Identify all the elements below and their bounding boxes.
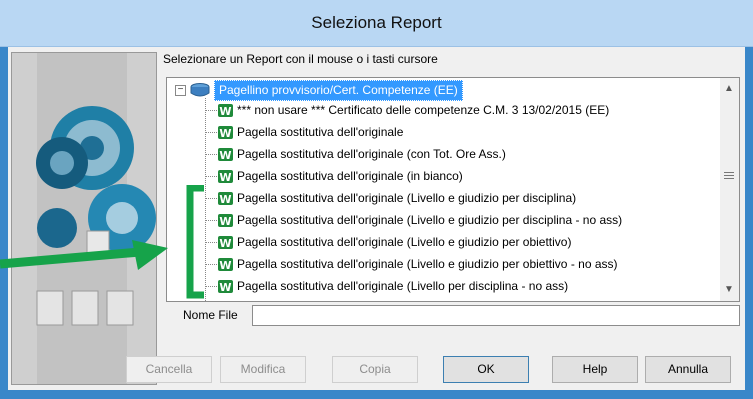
cancella-button[interactable]: Cancella bbox=[126, 356, 212, 383]
svg-text:W: W bbox=[219, 215, 231, 228]
dialog-body: Selezionare un Report con il mouse o i t… bbox=[8, 47, 745, 390]
svg-text:W: W bbox=[219, 193, 231, 206]
nome-file-input[interactable] bbox=[252, 305, 740, 326]
svg-text:W: W bbox=[219, 149, 231, 162]
instruction-text: Selezionare un Report con il mouse o i t… bbox=[163, 52, 438, 66]
dialog-window: Seleziona Report Selezionare un Report c… bbox=[0, 0, 753, 399]
annotation-arrow-icon bbox=[0, 240, 168, 270]
help-button[interactable]: Help bbox=[552, 356, 638, 383]
copia-button[interactable]: Copia bbox=[332, 356, 418, 383]
modifica-button[interactable]: Modifica bbox=[220, 356, 306, 383]
scroll-up-icon[interactable]: ▲ bbox=[720, 80, 738, 98]
annotation-bracket-icon bbox=[186, 185, 204, 299]
report-icon: W bbox=[217, 278, 234, 295]
window-title: Seleziona Report bbox=[311, 13, 442, 32]
database-icon bbox=[189, 82, 211, 98]
svg-text:W: W bbox=[219, 281, 231, 294]
svg-text:W: W bbox=[219, 237, 231, 250]
report-icon: W bbox=[217, 146, 234, 163]
title-bar: Seleziona Report bbox=[0, 0, 753, 47]
collapse-icon[interactable]: − bbox=[175, 85, 186, 96]
nome-file-label: Nome File bbox=[183, 308, 238, 322]
svg-text:W: W bbox=[219, 105, 231, 118]
svg-text:W: W bbox=[219, 171, 231, 184]
ok-button[interactable]: OK bbox=[443, 356, 529, 383]
report-icon: W bbox=[217, 102, 234, 119]
report-icon: W bbox=[217, 256, 234, 273]
annulla-button[interactable]: Annulla bbox=[645, 356, 731, 383]
scroll-down-icon[interactable]: ▼ bbox=[720, 281, 738, 299]
report-icon: W bbox=[217, 168, 234, 185]
report-tree[interactable]: − Pagellino provvisorio/Cert. Competenze… bbox=[166, 77, 721, 302]
decorative-gears-image bbox=[11, 52, 157, 385]
tree-root-label[interactable]: Pagellino provvisorio/Cert. Competenze (… bbox=[214, 80, 463, 101]
svg-text:W: W bbox=[219, 127, 231, 140]
tree-vertical-scrollbar[interactable]: ▲ ▼ bbox=[720, 77, 740, 302]
scroll-thumb[interactable] bbox=[724, 170, 734, 182]
report-icon: W bbox=[217, 124, 234, 141]
report-icon: W bbox=[217, 190, 234, 207]
report-icon: W bbox=[217, 234, 234, 251]
svg-text:W: W bbox=[219, 259, 231, 272]
report-icon: W bbox=[217, 212, 234, 229]
